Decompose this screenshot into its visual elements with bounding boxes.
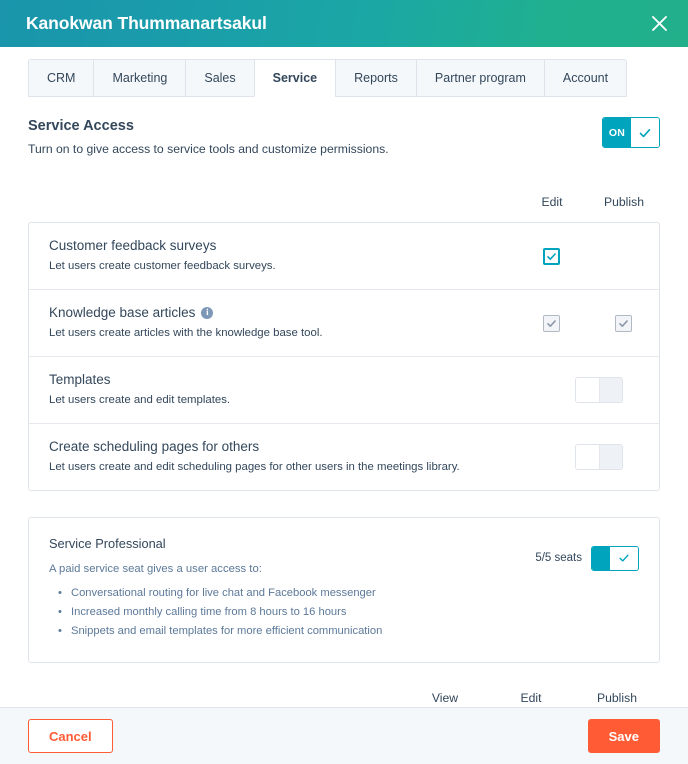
permission-row: Knowledge base articles i Let users create… xyxy=(29,290,659,358)
permission-cell-edit xyxy=(515,247,587,265)
column-header-lower-view: View xyxy=(431,690,459,705)
modal-footer: Cancel Save xyxy=(0,707,688,764)
permission-title: Create scheduling pages for others xyxy=(49,438,260,454)
permission-toggle[interactable] xyxy=(575,377,623,404)
modal-body-scroll-area[interactable]: Service Access Turn on to give access to… xyxy=(0,97,688,707)
toggle-knob xyxy=(576,378,600,403)
close-icon[interactable] xyxy=(645,10,673,38)
info-icon[interactable]: i xyxy=(201,306,214,319)
tab-bar: CRM Marketing Sales Service Reports Partner p… xyxy=(28,57,688,97)
permission-title: Templates xyxy=(49,372,111,388)
check-icon xyxy=(610,546,638,570)
benefit-item: Snippets and email templates for more ef… xyxy=(58,622,535,642)
seats-count-label: 5/5 seats xyxy=(535,552,582,565)
tab-crm[interactable]: CRM xyxy=(28,59,94,97)
permission-text-group: Customer feedback surveys Let users creat… xyxy=(49,238,515,274)
permission-column-headers-lower: View Edit Publish xyxy=(28,691,660,707)
permission-description: Let users create and edit scheduling pag… xyxy=(49,460,460,473)
toggle-track xyxy=(600,444,622,469)
permission-cell-edit xyxy=(515,314,587,332)
benefit-item: Conversational routing for live chat and… xyxy=(58,584,535,604)
cancel-button[interactable]: Cancel xyxy=(28,719,113,753)
column-header-lower-publish: Publish xyxy=(597,690,637,705)
service-professional-intro: A paid service seat gives a user access … xyxy=(49,562,262,575)
benefit-item: Increased monthly calling time from 8 ho… xyxy=(58,603,535,623)
tab-partner-program[interactable]: Partner program xyxy=(415,59,544,97)
modal-header: Kanokwan Thummanartsakul xyxy=(0,0,688,47)
permission-checkbox-edit[interactable] xyxy=(542,247,560,265)
service-access-toggle[interactable]: ON xyxy=(602,117,660,148)
service-access-header: Service Access Turn on to give access to… xyxy=(28,117,660,157)
toggle-track xyxy=(600,378,622,403)
service-professional-title: Service Professional xyxy=(49,535,166,551)
column-header-edit: Edit xyxy=(541,195,563,210)
service-professional-benefits: Conversational routing for live chat and… xyxy=(49,584,535,642)
permission-cell-publish xyxy=(587,314,659,332)
permission-title: Customer feedback surveys xyxy=(49,238,217,254)
tab-bar-container: CRM Marketing Sales Service Reports Partner p… xyxy=(0,47,688,97)
permission-controls xyxy=(569,443,659,470)
permission-controls xyxy=(515,247,659,265)
permission-controls xyxy=(515,314,659,332)
permission-title-row: Create scheduling pages for others xyxy=(49,439,559,454)
tab-marketing[interactable]: Marketing xyxy=(93,59,186,97)
permission-checkbox-publish xyxy=(614,314,632,332)
section-title: Service Access xyxy=(28,118,134,134)
permission-title-row: Customer feedback surveys xyxy=(49,238,505,253)
permission-row: Customer feedback surveys Let users creat… xyxy=(29,223,659,291)
permission-row: Create scheduling pages for others Let us… xyxy=(29,424,659,490)
permission-text-group: Templates Let users create and edit templ… xyxy=(49,372,569,408)
service-professional-toggle-fill xyxy=(592,546,610,570)
toggle-knob xyxy=(576,444,600,469)
tab-service[interactable]: Service xyxy=(253,59,336,97)
check-icon xyxy=(631,118,659,147)
service-professional-card: Service Professional A paid service seat… xyxy=(28,516,660,663)
permission-text-group: Create scheduling pages for others Let us… xyxy=(49,439,569,475)
permission-controls xyxy=(569,377,659,404)
permission-toggle[interactable] xyxy=(575,443,623,470)
permission-column-headers: Edit Publish xyxy=(28,195,660,209)
column-header-lower-edit: Edit xyxy=(520,690,542,705)
permission-cell-toggle xyxy=(569,377,659,404)
save-button[interactable]: Save xyxy=(587,719,660,753)
permission-checkbox-edit xyxy=(542,314,560,332)
tab-account[interactable]: Account xyxy=(543,59,628,97)
column-header-publish: Publish xyxy=(604,195,644,210)
section-subtitle: Turn on to give access to service tools … xyxy=(28,142,389,156)
permission-row: Templates Let users create and edit templ… xyxy=(29,357,659,424)
tab-sales[interactable]: Sales xyxy=(185,59,254,97)
permission-title-row: Templates xyxy=(49,372,559,387)
permissions-card: Customer feedback surveys Let users creat… xyxy=(28,222,660,491)
permission-title: Knowledge base articles xyxy=(49,305,196,321)
permission-title-row: Knowledge base articles i xyxy=(49,305,505,320)
page-title: Kanokwan Thummanartsakul xyxy=(26,13,267,33)
service-professional-toggle[interactable] xyxy=(591,545,639,571)
permission-description: Let users create and edit templates. xyxy=(49,394,231,407)
tab-reports[interactable]: Reports xyxy=(335,59,416,97)
permission-text-group: Knowledge base articles i Let users create… xyxy=(49,305,515,341)
permission-cell-toggle xyxy=(569,443,659,470)
permission-description: Let users create customer feedback surve… xyxy=(49,260,276,273)
permission-description: Let users create articles with the knowl… xyxy=(49,327,323,340)
user-permissions-modal: Kanokwan Thummanartsakul CRM Marketing Sal… xyxy=(0,0,688,764)
service-access-toggle-label: ON xyxy=(603,118,631,147)
